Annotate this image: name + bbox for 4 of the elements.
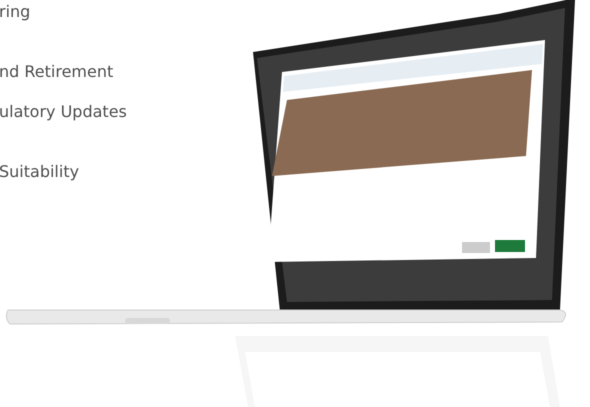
feature-list-item: ulatory Updates — [0, 101, 127, 123]
feature-list-item: nd Retirement — [0, 61, 114, 83]
feature-list-item: ring — [0, 1, 30, 23]
feature-list-item: Suitability — [0, 161, 80, 183]
